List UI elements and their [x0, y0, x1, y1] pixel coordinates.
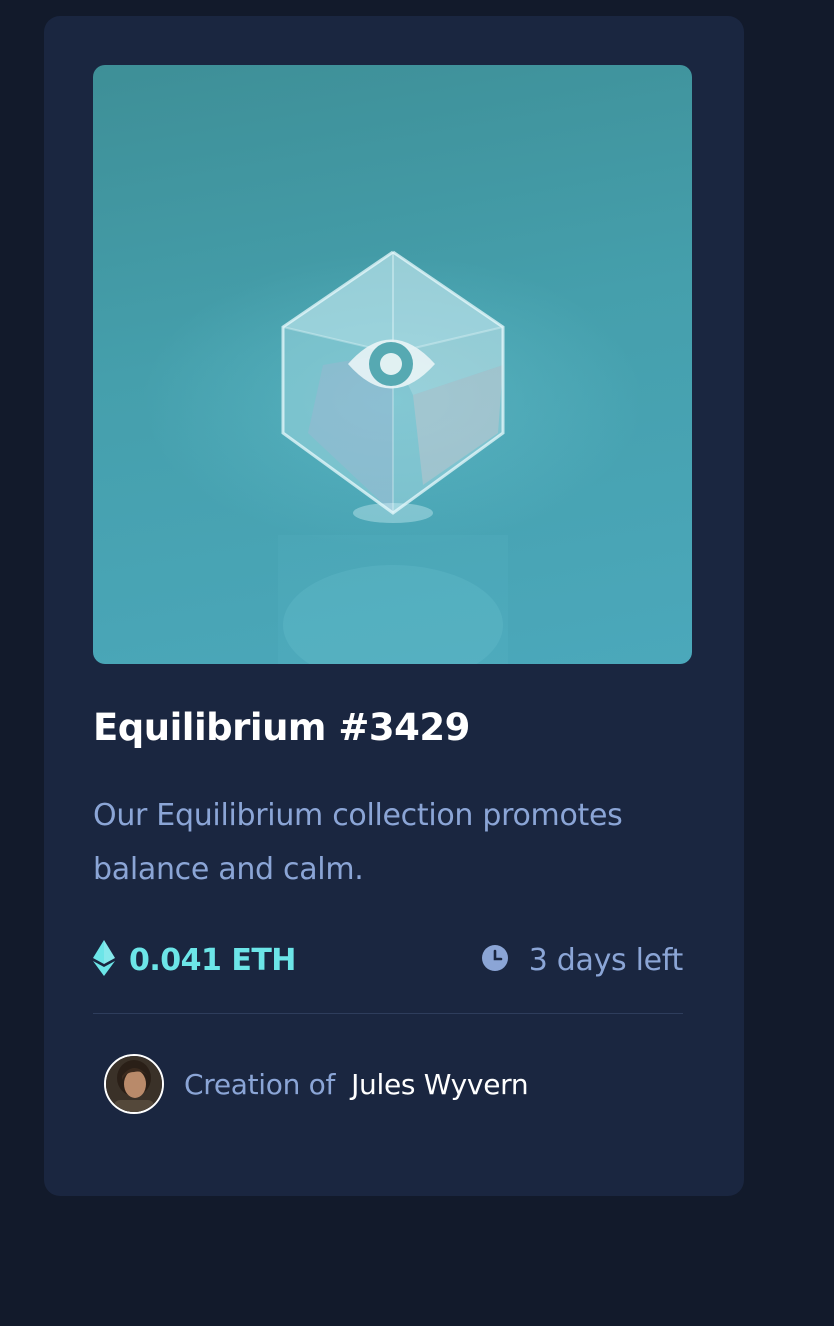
price-value: 0.041 ETH: [129, 942, 296, 978]
equilibrium-cube-image: [278, 250, 508, 664]
nft-image[interactable]: [93, 65, 692, 664]
nft-preview-card: Equilibrium #3429 Our Equilibrium collec…: [44, 16, 744, 1196]
ethereum-icon: [93, 940, 115, 980]
price-info: 0.041 ETH: [93, 934, 296, 986]
creator-name-link[interactable]: Jules Wyvern: [351, 1068, 529, 1101]
avatar: [104, 1054, 164, 1114]
creator-info: Creation of Jules Wyvern: [104, 1054, 529, 1114]
nft-description: Our Equilibrium collection promotes bala…: [93, 798, 623, 887]
time-remaining: 3 days left: [481, 934, 683, 986]
time-left-value: 3 days left: [528, 942, 684, 978]
nft-title[interactable]: Equilibrium #3429: [93, 706, 470, 749]
creator-prefix: Creation of: [184, 1067, 336, 1101]
clock-icon: [481, 944, 509, 976]
divider: [93, 1013, 683, 1014]
